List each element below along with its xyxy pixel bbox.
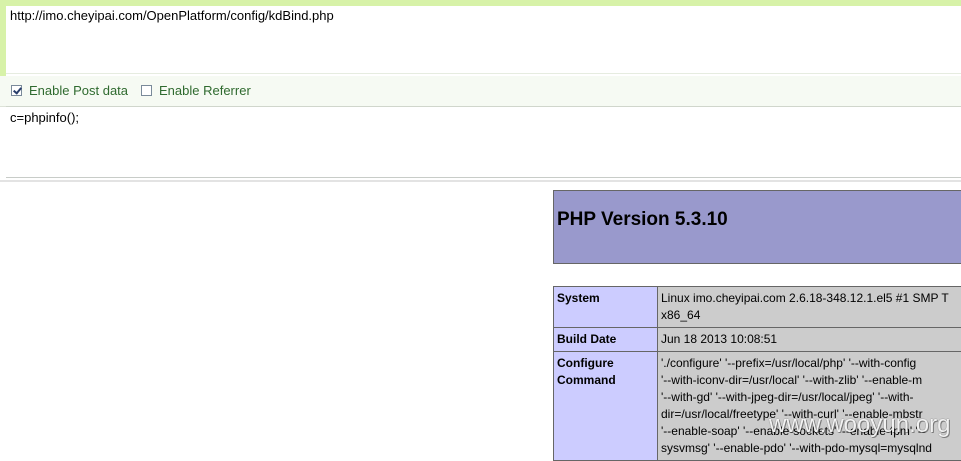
divider: [0, 180, 961, 182]
value-line: x86_64: [661, 307, 961, 324]
value-line: '--with-gd' '--with-jpeg-dir=/usr/local/…: [661, 389, 961, 406]
phpinfo-header: PHP Version 5.3.10: [553, 190, 961, 264]
table-row: Configure Command './configure' '--prefi…: [554, 352, 961, 461]
value-line: sysvmsg' '--enable-pdo' '--with-pdo-mysq…: [661, 440, 961, 457]
table-value-cell: Linux imo.cheyipai.com 2.6.18-348.12.1.e…: [658, 287, 961, 328]
enable-referrer-checkbox[interactable]: Enable Referrer: [141, 83, 251, 98]
table-value-cell: './configure' '--prefix=/usr/local/php' …: [658, 352, 961, 461]
php-version-title: PHP Version 5.3.10: [557, 209, 728, 231]
enable-referrer-checkbox-box[interactable]: [141, 85, 152, 96]
table-key-cell: System: [554, 287, 658, 328]
value-line: '--enable-soap' '--enable-sockets' '--en…: [661, 423, 961, 440]
value-line: Linux imo.cheyipai.com 2.6.18-348.12.1.e…: [661, 290, 961, 307]
enable-post-label: Enable Post data: [29, 83, 128, 98]
value-line: Jun 18 2013 10:08:51: [661, 331, 961, 348]
url-field-value: http://imo.cheyipai.com/OpenPlatform/con…: [10, 8, 334, 23]
table-key-cell: Build Date: [554, 328, 658, 352]
post-data-field[interactable]: c=phpinfo();: [6, 106, 961, 178]
phpinfo-table: System Linux imo.cheyipai.com 2.6.18-348…: [553, 286, 961, 461]
table-row: System Linux imo.cheyipai.com 2.6.18-348…: [554, 287, 961, 328]
url-field[interactable]: http://imo.cheyipai.com/OpenPlatform/con…: [6, 6, 961, 74]
enable-post-checkbox[interactable]: Enable Post data: [11, 83, 128, 98]
value-line: './configure' '--prefix=/usr/local/php' …: [661, 355, 961, 372]
enable-referrer-label: Enable Referrer: [159, 83, 251, 98]
table-value-cell: Jun 18 2013 10:08:51: [658, 328, 961, 352]
value-line: '--with-iconv-dir=/usr/local' '--with-zl…: [661, 372, 961, 389]
table-key-cell: Configure Command: [554, 352, 658, 461]
post-data-value: c=phpinfo();: [10, 110, 79, 125]
enable-post-checkbox-box[interactable]: [11, 85, 22, 96]
table-row: Build Date Jun 18 2013 10:08:51: [554, 328, 961, 352]
value-line: dir=/usr/local/freetype' '--with-curl' '…: [661, 406, 961, 423]
options-bar: Enable Post data Enable Referrer: [0, 76, 961, 107]
